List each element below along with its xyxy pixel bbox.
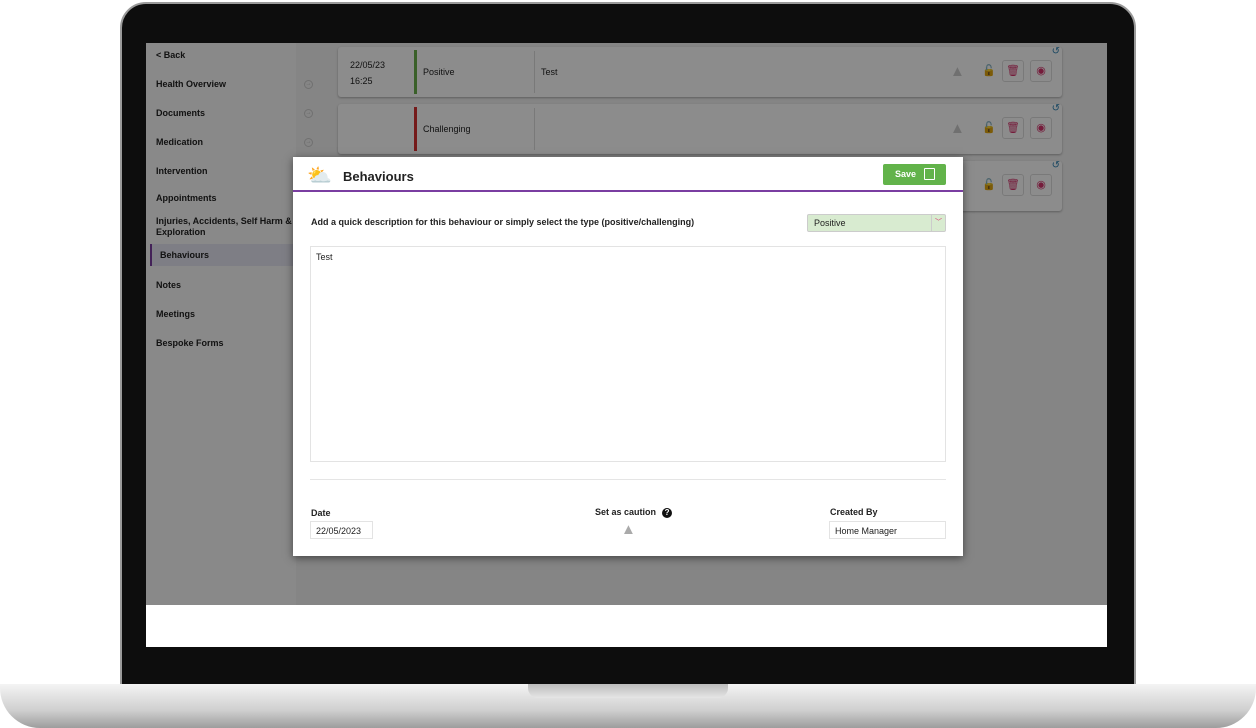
created-by-input[interactable]: Home Manager [829,521,946,539]
caution-label-text: Set as caution [595,507,657,517]
laptop-notch [528,684,728,698]
caution-toggle-warning-icon[interactable]: ▲ [621,521,636,538]
type-select-value: Positive [814,218,846,228]
screen: < Back Health Overview → Documents → Med… [146,43,1107,647]
chevron-down-icon: ﹀ [931,215,945,231]
save-button[interactable]: Save [883,164,946,185]
created-by-label: Created By [830,507,878,517]
caution-label: Set as caution? [595,507,673,518]
date-input[interactable]: 22/05/2023 [310,521,373,539]
modal-header: ⛅ Behaviours Save [293,157,963,192]
modal-title: Behaviours [343,169,414,184]
description-textarea[interactable]: Test [310,246,946,462]
date-label: Date [311,508,331,518]
help-icon[interactable]: ? [662,508,673,518]
divider [310,479,946,480]
save-label: Save [895,169,917,179]
behaviours-modal: ⛅ Behaviours Save Add a quick descriptio… [293,157,963,556]
sun-cloud-icon: ⛅ [307,165,332,187]
type-select[interactable]: Positive ﹀ [807,214,946,232]
description-prompt: Add a quick description for this behavio… [311,217,695,227]
floppy-disk-icon [924,168,935,180]
